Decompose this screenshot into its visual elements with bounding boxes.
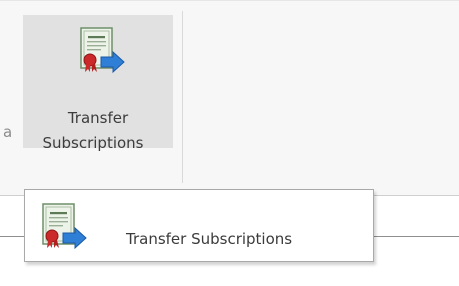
certificate-transfer-icon [79,27,127,83]
truncated-ribbon-label: a [3,123,13,141]
ribbon-group-separator [182,11,183,183]
tooltip-text: Transfer Subscriptions [126,230,293,248]
certificate-transfer-icon [41,203,89,259]
transfer-subscriptions-label-line1: Transfer [67,109,129,127]
ribbon-panel: a Transfer Subscriptions [0,0,459,196]
transfer-subscriptions-button[interactable]: Transfer Subscriptions [23,15,173,152]
tooltip: Transfer Subscriptions [24,189,374,262]
transfer-subscriptions-label-line2: Subscriptions [42,134,144,152]
